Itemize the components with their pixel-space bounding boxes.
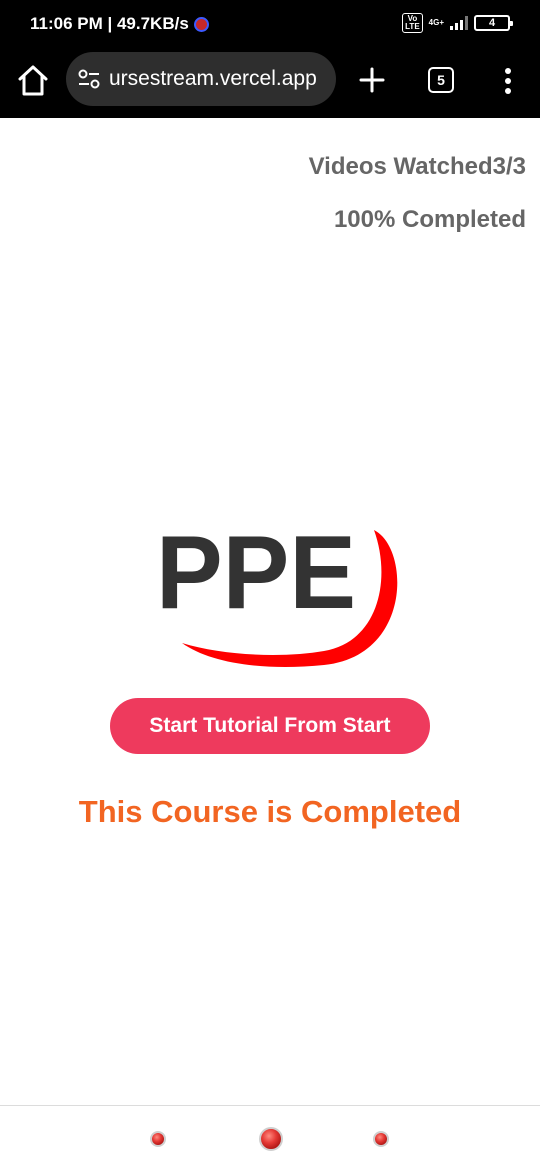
home-nav-button[interactable]: [259, 1127, 283, 1151]
battery-level: 4: [488, 17, 496, 29]
tune-icon[interactable]: [77, 67, 101, 91]
course-completed-message: This Course is Completed: [78, 794, 462, 829]
volte-icon: Vo LTE: [402, 13, 423, 33]
battery-icon: 4: [474, 15, 513, 31]
address-bar[interactable]: ursestream.vercel.app: [66, 52, 336, 106]
plus-icon[interactable]: [358, 66, 386, 94]
videos-watched-stat: Videos Watched3/3: [308, 153, 526, 180]
logo-text: PPE: [156, 528, 356, 631]
home-icon[interactable]: [17, 64, 49, 98]
signal-icon: [450, 16, 468, 30]
notification-icon: [193, 16, 209, 32]
url-text: ursestream.vercel.app: [109, 67, 317, 90]
start-tutorial-label: Start Tutorial From Start: [149, 714, 391, 737]
recents-button[interactable]: [150, 1131, 166, 1147]
browser-toolbar: ursestream.vercel.app 5: [0, 48, 540, 118]
time-speed-text: 11:06 PM | 49.7KB/s: [30, 14, 189, 33]
tab-switcher-button[interactable]: 5: [428, 67, 454, 93]
back-button[interactable]: [373, 1131, 389, 1147]
ppe-logo: PPE: [156, 528, 398, 667]
system-nav-bar: [0, 1105, 540, 1170]
tab-count: 5: [437, 72, 445, 88]
more-vertical-icon[interactable]: [497, 67, 519, 95]
status-bar: 11:06 PM | 49.7KB/s Vo LTE 4G+ 4: [0, 0, 540, 48]
status-time-speed: 11:06 PM | 49.7KB/s: [30, 14, 209, 34]
network-type: 4G+: [428, 18, 444, 27]
page-content: Videos Watched3/3 100% Completed PPE Sta…: [0, 118, 540, 1105]
percent-completed-stat: 100% Completed: [333, 206, 526, 233]
status-indicators: Vo LTE 4G+ 4: [402, 13, 513, 33]
start-tutorial-button[interactable]: Start Tutorial From Start: [110, 698, 430, 754]
